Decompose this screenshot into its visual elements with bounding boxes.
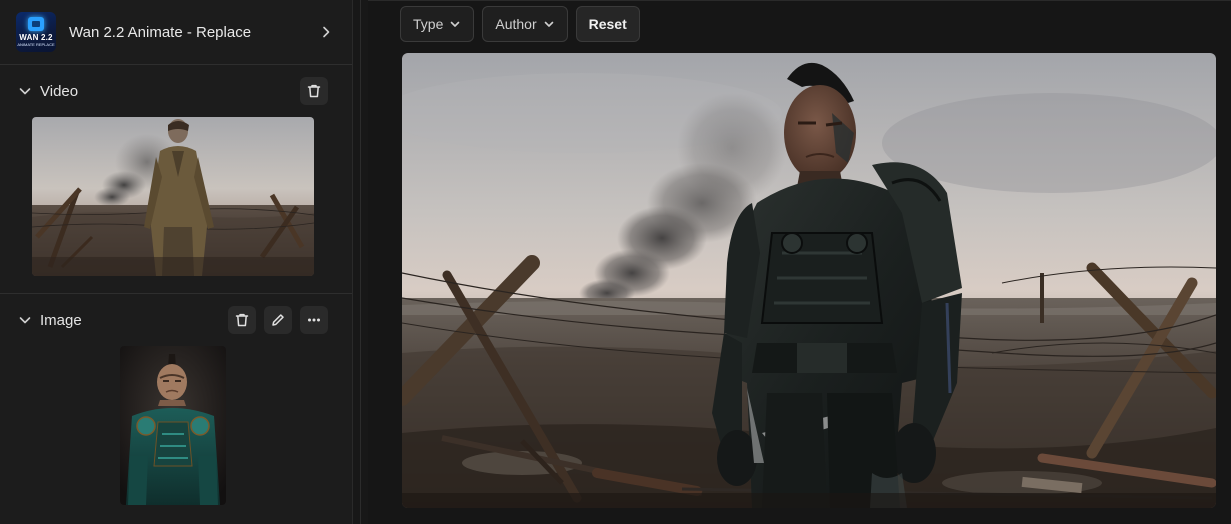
filter-bar: Type Author Reset [400,6,640,42]
more-image-options-button[interactable] [300,306,328,334]
image-section-header: Image [0,294,352,346]
video-section-toggle[interactable]: Video [18,83,78,100]
workflow-logo: WAN 2.2 ANIMATE REPLACE [16,12,56,52]
panel-resize-handle[interactable] [353,0,368,524]
chevron-down-icon [449,18,461,30]
pencil-icon [270,312,286,328]
video-section-header: Video [0,65,352,117]
workflow-title: Wan 2.2 Animate - Replace [69,23,252,41]
edit-image-button[interactable] [264,306,292,334]
logo-text: WAN 2.2 [19,33,53,42]
image-section-toggle[interactable]: Image [18,312,82,329]
workflow-header[interactable]: WAN 2.2 ANIMATE REPLACE Wan 2.2 Animate … [0,0,352,65]
trash-icon [234,312,250,328]
more-horizontal-icon [306,312,322,328]
resize-grip [360,0,361,524]
delete-image-button[interactable] [228,306,256,334]
chevron-down-icon [543,18,555,30]
results-area: Type Author Reset [368,0,1231,524]
image-section: Image [0,294,352,523]
video-thumbnail[interactable] [32,117,314,276]
image-section-label: Image [40,311,82,329]
output-preview-image[interactable] [402,53,1216,508]
chevron-down-icon [18,84,32,98]
delete-video-button[interactable] [300,77,328,105]
top-divider [368,0,1231,1]
chevron-right-icon[interactable] [316,22,336,42]
logo-subtext: ANIMATE REPLACE [17,42,55,47]
video-actions [300,77,328,105]
image-thumbnail[interactable] [120,346,226,505]
author-filter-dropdown[interactable]: Author [482,6,568,42]
image-actions [228,306,328,334]
chevron-down-icon [18,313,32,327]
type-filter-dropdown[interactable]: Type [400,6,475,42]
video-section-label: Video [40,82,79,100]
app-root: WAN 2.2 ANIMATE REPLACE Wan 2.2 Animate … [0,0,1231,524]
trash-icon [306,83,322,99]
inputs-panel: WAN 2.2 ANIMATE REPLACE Wan 2.2 Animate … [0,0,353,524]
video-section: Video [0,65,352,294]
reset-filters-button[interactable]: Reset [575,6,640,42]
chip-icon [28,17,44,31]
type-filter-label: Type [413,16,444,32]
author-filter-label: Author [495,16,537,32]
